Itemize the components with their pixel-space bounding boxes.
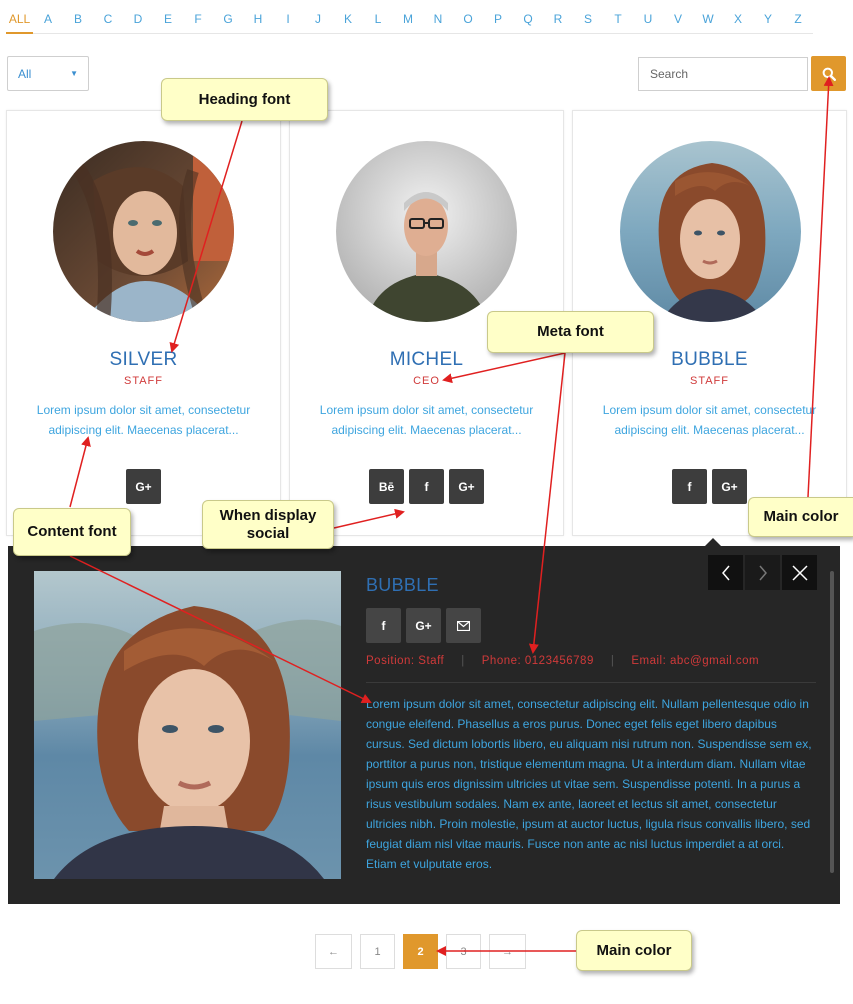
meta-email: Email: abc@gmail.com xyxy=(631,655,760,667)
alpha-g[interactable]: G xyxy=(213,12,243,34)
alpha-q[interactable]: Q xyxy=(513,12,543,34)
detail-pointer xyxy=(705,538,721,546)
behance-icon[interactable]: Bē xyxy=(369,469,404,504)
facebook-icon[interactable]: f xyxy=(409,469,444,504)
member-excerpt: Lorem ipsum dolor sit amet, consectetur … xyxy=(602,403,817,437)
meta-separator: | xyxy=(461,655,465,667)
alpha-r[interactable]: R xyxy=(543,12,573,34)
alpha-f[interactable]: F xyxy=(183,12,213,34)
member-photo-michel[interactable] xyxy=(336,141,517,322)
facebook-icon[interactable]: f xyxy=(672,469,707,504)
alpha-z[interactable]: Z xyxy=(783,12,813,34)
alpha-e[interactable]: E xyxy=(153,12,183,34)
alpha-t[interactable]: T xyxy=(603,12,633,34)
chevron-right-icon xyxy=(758,565,767,580)
detail-photo xyxy=(34,571,341,879)
google-plus-icon[interactable]: G+ xyxy=(449,469,484,504)
callout-when-display-social: When display social xyxy=(202,500,334,549)
alpha-y[interactable]: Y xyxy=(753,12,783,34)
member-card-silver[interactable]: SILVER STAFF Lorem ipsum dolor sit amet,… xyxy=(6,110,281,536)
member-excerpt: Lorem ipsum dolor sit amet, consectetur … xyxy=(319,403,534,437)
callout-main-color: Main color xyxy=(576,930,692,971)
chevron-left-icon xyxy=(721,565,730,580)
caret-down-icon: ▼ xyxy=(70,69,78,78)
alpha-o[interactable]: O xyxy=(453,12,483,34)
detail-bio: Lorem ipsum dolor sit amet, consectetur … xyxy=(366,697,812,871)
member-excerpt: Lorem ipsum dolor sit amet, consectetur … xyxy=(36,403,251,437)
alpha-h[interactable]: H xyxy=(243,12,273,34)
google-plus-icon[interactable]: G+ xyxy=(126,469,161,504)
social-links: G+ xyxy=(7,469,280,504)
member-photo-silver[interactable] xyxy=(53,141,234,322)
search-placeholder: Search xyxy=(650,67,689,81)
alpha-u[interactable]: U xyxy=(633,12,663,34)
alpha-p[interactable]: P xyxy=(483,12,513,34)
alpha-i[interactable]: I xyxy=(273,12,303,34)
close-detail-button[interactable] xyxy=(782,555,817,590)
social-links: Bē f G+ xyxy=(290,469,563,504)
detail-name: BUBBLE xyxy=(366,575,439,595)
member-role: CEO xyxy=(413,375,440,387)
search-icon xyxy=(822,67,836,81)
alpha-m[interactable]: M xyxy=(393,12,423,34)
scrollbar[interactable] xyxy=(830,571,834,873)
next-member-button[interactable] xyxy=(745,555,780,590)
portrait-image xyxy=(620,141,801,322)
pagination-page-2[interactable]: 2 xyxy=(403,934,438,969)
portrait-image xyxy=(336,141,517,322)
search-input[interactable]: Search xyxy=(638,57,808,91)
alpha-d[interactable]: D xyxy=(123,12,153,34)
pagination-page-3[interactable]: 3 xyxy=(446,934,481,969)
alpha-all[interactable]: ALL xyxy=(6,12,33,34)
alpha-l[interactable]: L xyxy=(363,12,393,34)
alpha-c[interactable]: C xyxy=(93,12,123,34)
meta-phone: Phone: 0123456789 xyxy=(481,655,594,667)
google-plus-icon[interactable]: G+ xyxy=(712,469,747,504)
category-select[interactable]: All ▼ xyxy=(7,56,89,91)
alpha-b[interactable]: B xyxy=(63,12,93,34)
portrait-image xyxy=(34,571,341,879)
alpha-j[interactable]: J xyxy=(303,12,333,34)
member-photo-bubble[interactable] xyxy=(620,141,801,322)
email-icon[interactable] xyxy=(446,608,481,643)
alpha-w[interactable]: W xyxy=(693,12,723,34)
meta-position: Position: Staff xyxy=(366,655,445,667)
portrait-image xyxy=(53,141,234,322)
alpha-v[interactable]: V xyxy=(663,12,693,34)
detail-social-links: f G+ xyxy=(366,608,481,643)
callout-main-color: Main color xyxy=(748,497,853,537)
callout-content-font: Content font xyxy=(13,508,131,556)
alphabet-filter: ALL A B C D E F G H I J K L M N O P Q R … xyxy=(6,12,813,34)
callout-heading-font: Heading font xyxy=(161,78,328,121)
member-role: STAFF xyxy=(123,375,163,387)
member-role: STAFF xyxy=(689,375,729,387)
search-button[interactable] xyxy=(811,56,846,91)
pagination-prev[interactable]: ← xyxy=(315,934,352,969)
divider xyxy=(366,682,816,683)
detail-meta: Position: Staff | Phone: 0123456789 | Em… xyxy=(366,655,759,667)
category-select-value: All xyxy=(18,66,32,81)
alpha-n[interactable]: N xyxy=(423,12,453,34)
alpha-k[interactable]: K xyxy=(333,12,363,34)
member-name[interactable]: SILVER xyxy=(7,349,280,371)
alpha-x[interactable]: X xyxy=(723,12,753,34)
facebook-icon[interactable]: f xyxy=(366,608,401,643)
pagination-next[interactable]: → xyxy=(489,934,526,969)
callout-meta-font: Meta font xyxy=(487,311,654,353)
google-plus-icon[interactable]: G+ xyxy=(406,608,441,643)
member-detail-panel: BUBBLE f G+ Position: Staff | Phone: 012… xyxy=(8,546,840,904)
meta-separator: | xyxy=(610,655,615,667)
prev-member-button[interactable] xyxy=(708,555,743,590)
alpha-s[interactable]: S xyxy=(573,12,603,34)
pagination-page-1[interactable]: 1 xyxy=(360,934,395,969)
close-icon xyxy=(791,564,808,581)
alpha-a[interactable]: A xyxy=(33,12,63,34)
